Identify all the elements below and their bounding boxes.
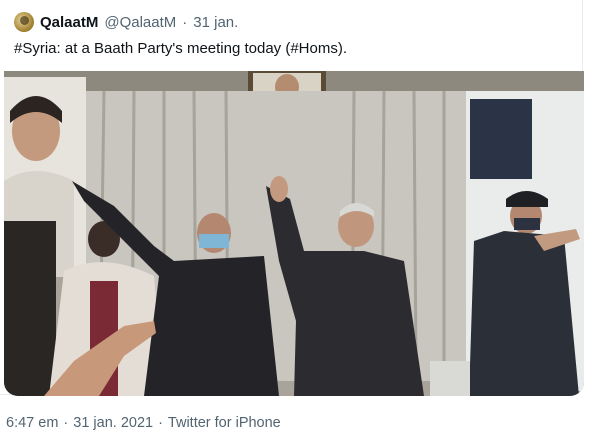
tweet-header: QalaatM @QalaatM · 31 jan.	[14, 10, 238, 34]
tweet-photo[interactable]	[4, 71, 584, 396]
avatar[interactable]	[14, 12, 34, 32]
footer-separator: ·	[158, 415, 163, 431]
tweet-text: #Syria: at a Baath Party's meeting today…	[14, 40, 348, 57]
tweet-time[interactable]: 6:47 em	[6, 415, 58, 431]
tweet-full-date[interactable]: 31 jan. 2021	[73, 415, 153, 431]
tweet-date[interactable]: 31 jan.	[193, 14, 238, 31]
separator: ·	[182, 13, 188, 31]
tweet-footer: 6:47 em · 31 jan. 2021 · Twitter for iPh…	[6, 415, 281, 431]
photo-icon	[4, 71, 584, 396]
user-handle[interactable]: @QalaatM	[104, 14, 176, 31]
display-name[interactable]: QalaatM	[40, 14, 98, 31]
footer-separator: ·	[63, 415, 69, 431]
tweet-source[interactable]: Twitter for iPhone	[168, 415, 281, 431]
